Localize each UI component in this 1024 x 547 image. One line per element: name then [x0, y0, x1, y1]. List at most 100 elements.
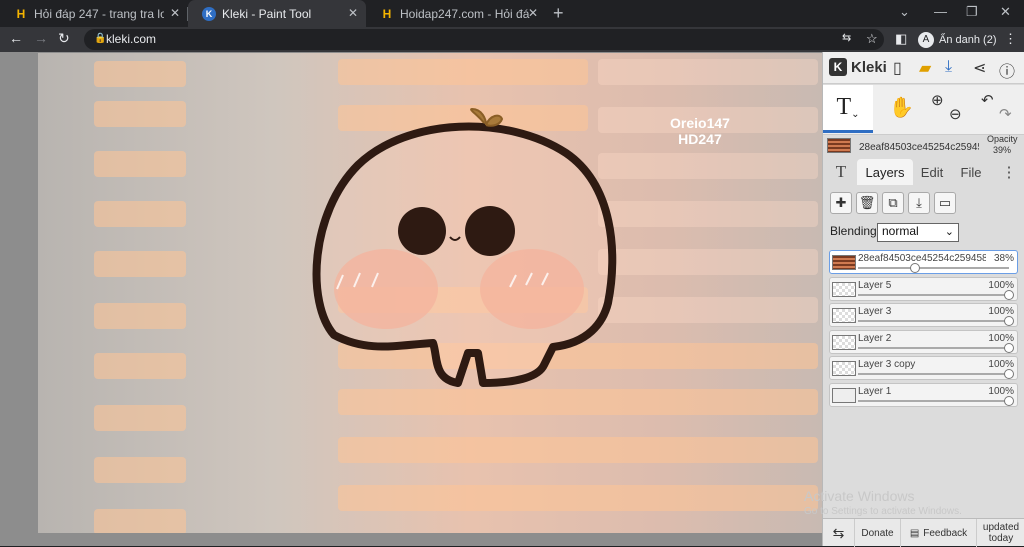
layer-name: Layer 5	[858, 279, 892, 291]
watermark-line2: HD247	[678, 131, 722, 147]
layer-name: Layer 2	[858, 332, 892, 344]
layer-row[interactable]: Layer 5 100%	[829, 276, 1018, 301]
lock-icon: 🔒	[94, 33, 107, 44]
kleki-logo-icon: K	[829, 58, 847, 76]
profile-label: Ẩn danh (2)	[939, 33, 997, 46]
layer-opacity-slider[interactable]	[858, 399, 1009, 402]
layer-opacity-value: 100%	[988, 385, 1014, 397]
share-icon[interactable]: ⋖	[973, 58, 986, 78]
layer-opacity-knob[interactable]	[1004, 289, 1014, 300]
opacity-value: 39%	[993, 145, 1012, 155]
reload-icon[interactable]: ↻	[58, 30, 70, 47]
layer-opacity-knob[interactable]	[910, 263, 921, 273]
new-tab-button[interactable]: +	[553, 3, 564, 24]
redo-icon[interactable]: ↷	[999, 105, 1012, 123]
layer-opacity-knob[interactable]	[1004, 342, 1014, 353]
watermark-text: Oreio147 HD247	[670, 115, 730, 147]
layer-opacity-slider[interactable]	[858, 293, 1009, 296]
layer-thumbnail	[832, 387, 856, 403]
delete-layer-icon[interactable]: 🗑	[856, 192, 878, 214]
layer-name: Layer 3 copy	[858, 359, 916, 370]
tab-edit[interactable]: Edit	[915, 159, 949, 185]
layer-row[interactable]: Layer 3 copy 100%	[829, 356, 1018, 380]
kleki-side-panel: K Kleki ▯ ▰ ⤓ ⋖ ⓘ T ⌄ ✋ ⊕ ⊖ ↶ ↷ 28eaf8450…	[822, 52, 1024, 547]
activate-title: Activate Windows	[804, 488, 915, 504]
zoom-out-icon[interactable]: ⊖	[949, 105, 962, 123]
close-tab-icon[interactable]: ✕	[348, 6, 358, 20]
help-icon[interactable]: ⓘ	[999, 58, 1015, 82]
back-icon[interactable]: ←	[9, 30, 23, 46]
feedback-label: Feedback	[923, 527, 968, 539]
close-tab-icon[interactable]: ✕	[528, 6, 538, 20]
layer-row[interactable]: Layer 2 100%	[829, 329, 1018, 354]
browser-tab[interactable]: H Hoidap247.com - Hỏi đáp online ✕	[366, 0, 546, 27]
layer-name: Layer 3	[858, 306, 892, 317]
address-bar[interactable]: 🔒 kleki.com	[84, 29, 884, 50]
undo-icon[interactable]: ↶	[981, 91, 994, 109]
zoom-in-icon[interactable]: ⊕	[931, 91, 944, 109]
sidebar-icon[interactable]: ◧	[895, 31, 907, 47]
changelog-link[interactable]: updated today	[977, 519, 1024, 547]
tab-title: Kleki - Paint Tool	[222, 6, 312, 21]
duplicate-layer-icon[interactable]: ⧉	[882, 192, 904, 214]
forward-icon[interactable]: →	[34, 30, 48, 46]
browser-tab[interactable]: H Hỏi đáp 247 - trang tra loi ✕	[0, 0, 188, 27]
menu-kebab-icon[interactable]: ⋮	[1004, 31, 1017, 47]
minimize-icon[interactable]: —	[934, 4, 947, 19]
chevron-down-icon: ⌄	[944, 226, 954, 238]
layer-opacity-slider[interactable]	[858, 346, 1009, 349]
new-image-icon[interactable]: ▯	[893, 58, 902, 78]
layer-row[interactable]: Layer 1 100%	[829, 382, 1018, 407]
more-options-icon[interactable]: ⋮	[999, 159, 1019, 185]
restore-icon[interactable]: ❐	[966, 4, 978, 20]
layer-opacity-knob[interactable]	[1004, 316, 1014, 326]
browser-tab-active[interactable]: K Kleki - Paint Tool ✕	[188, 0, 366, 27]
layer-opacity-slider[interactable]	[858, 267, 1009, 269]
merge-down-icon[interactable]: ⤓	[908, 192, 930, 214]
incognito-profile-button[interactable]: A Ẩn danh (2)	[918, 29, 996, 50]
updated-line2: today	[988, 533, 1014, 544]
kleki-logo[interactable]: K Kleki	[829, 58, 887, 76]
incognito-avatar-icon: A	[918, 31, 934, 48]
layer-opacity-knob[interactable]	[1004, 369, 1014, 379]
layer-opacity-slider[interactable]	[858, 373, 1009, 375]
layer-thumbnail	[832, 308, 856, 323]
blending-select[interactable]: normal ⌄	[877, 223, 959, 242]
kleki-logo-text: Kleki	[851, 58, 887, 76]
blending-label: Blending	[830, 224, 877, 238]
donate-link[interactable]: Donate	[855, 519, 901, 547]
layer-row[interactable]: 28eaf84503ce45254c2594580 38%	[829, 250, 1018, 274]
panel-tabs: T Layers Edit File ⋮	[823, 159, 1024, 185]
close-tab-icon[interactable]: ✕	[170, 6, 180, 20]
drawing-viewport[interactable]: Oreio147 HD247	[0, 52, 822, 546]
add-layer-icon[interactable]: ✚	[830, 192, 852, 214]
feedback-link[interactable]: ▤ Feedback	[901, 519, 977, 547]
translate-icon[interactable]: ⇆	[842, 31, 851, 44]
tab-search-icon[interactable]: ⌄	[899, 4, 910, 20]
url-text: kleki.com	[106, 32, 157, 46]
layer-thumbnail	[832, 255, 856, 270]
text-tool-button[interactable]: T ⌄	[823, 85, 873, 133]
hand-tool-icon[interactable]: ✋	[889, 95, 914, 120]
bookmark-star-icon[interactable]: ☆	[866, 31, 878, 47]
opacity-label: Opacity	[987, 134, 1018, 144]
layer-list: 28eaf84503ce45254c2594580 38% Layer 5 100% L…	[829, 250, 1018, 409]
character-outline	[312, 122, 617, 387]
layer-opacity-slider[interactable]	[858, 320, 1009, 322]
tool-row: T ⌄ ✋ ⊕ ⊖ ↶ ↷	[823, 85, 1024, 135]
text-tool-tab-icon[interactable]: T	[829, 159, 853, 185]
tab-file[interactable]: File	[953, 159, 989, 185]
layer-row[interactable]: Layer 3 100%	[829, 303, 1018, 327]
layer-opacity-value: 38%	[993, 253, 1014, 264]
rename-layer-icon[interactable]: ▭	[934, 192, 956, 214]
download-icon[interactable]: ⤓	[945, 58, 952, 76]
current-layer-info: 28eaf84503ce45254c2594580 Opacity 39%	[823, 134, 1024, 158]
watermark-line1: Oreio147	[670, 115, 730, 131]
tab-layers[interactable]: Layers	[857, 159, 913, 185]
layer-opacity-knob[interactable]	[1004, 395, 1014, 406]
close-window-icon[interactable]: ✕	[1000, 4, 1011, 20]
open-folder-icon[interactable]: ▰	[919, 58, 931, 78]
chat-icon: ▤	[909, 527, 920, 539]
drawing-canvas[interactable]: Oreio147 HD247	[38, 53, 822, 533]
swap-panel-icon[interactable]: ⇆	[823, 519, 855, 547]
